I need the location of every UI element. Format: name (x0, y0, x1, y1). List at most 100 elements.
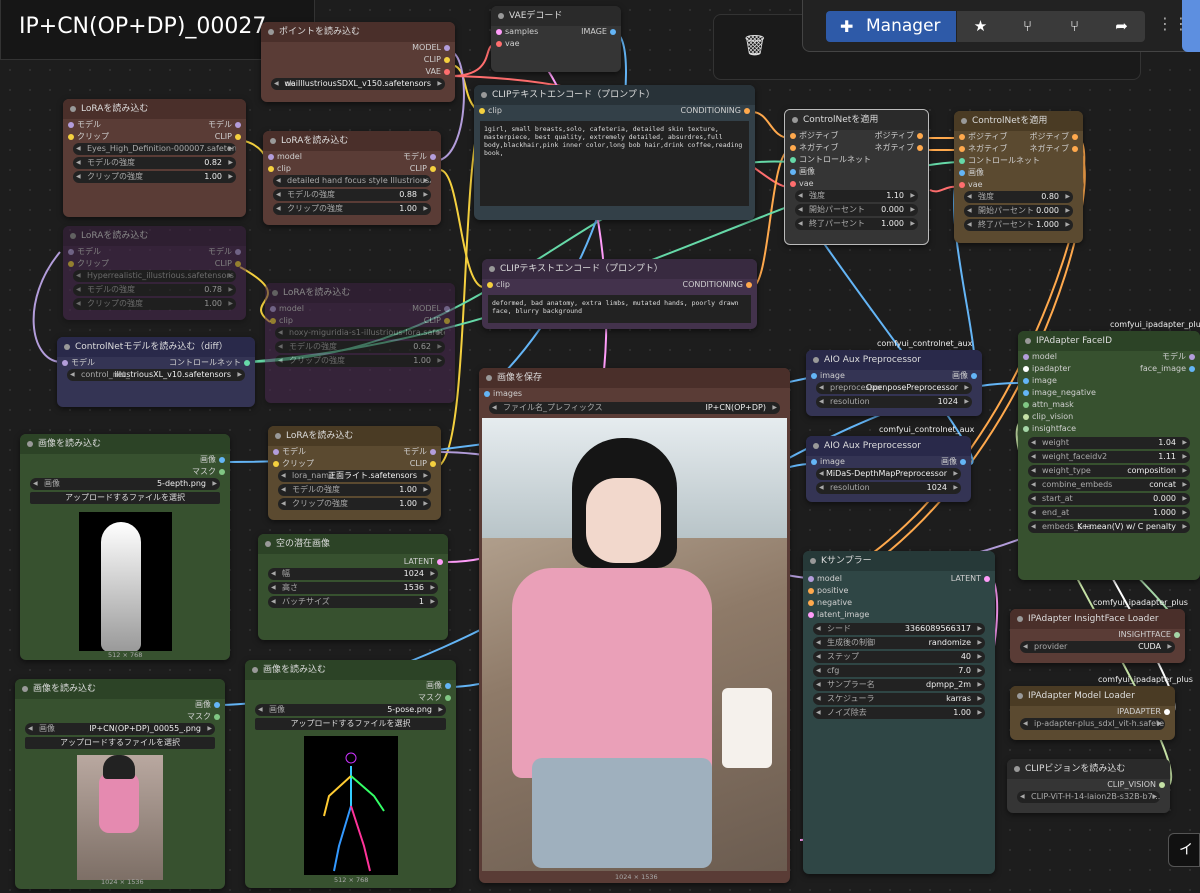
output-socket[interactable] (971, 373, 977, 379)
node-widget[interactable]: start_at 0.000 (1028, 493, 1190, 505)
node-widget[interactable]: resolution 1024 (816, 396, 972, 408)
node-lora-1[interactable]: LoRAを読み込む モデル モデル クリップ CLIP Eyes_High_Defi… (63, 99, 246, 217)
output-socket[interactable] (445, 683, 451, 689)
output-socket[interactable] (444, 318, 450, 324)
input-socket[interactable] (808, 576, 814, 582)
output-socket[interactable] (214, 702, 220, 708)
input-socket[interactable] (808, 588, 814, 594)
node-vae-decode[interactable]: VAEデコード samples IMAGE vae (491, 6, 621, 72)
node-widget[interactable]: 強度 1.10 (795, 190, 918, 202)
node-aio-depth[interactable]: AIO Aux Preprocessor image 画像 ...MiDaS-De… (806, 436, 971, 502)
node-load-image-pose[interactable]: 画像を読み込む 画像 マスク 画像 5-pose.png アップロードするファイル… (245, 660, 456, 888)
star-icon[interactable]: ★ (957, 11, 1004, 42)
filename-prefix-widget[interactable]: ファイル名_プレフィックス IP+CN(OP+DP) (489, 402, 780, 414)
node-widget[interactable]: lora_name正面ライト.safetensors (278, 470, 431, 482)
node-widget[interactable]: 生成後の制御 randomize (813, 637, 985, 649)
input-socket[interactable] (268, 154, 274, 160)
input-socket[interactable] (959, 182, 965, 188)
node-widget[interactable]: スケジューラ karras (813, 693, 985, 705)
output-socket[interactable] (235, 249, 241, 255)
input-socket[interactable] (1023, 366, 1029, 372)
input-socket[interactable] (1023, 390, 1029, 396)
node-widget[interactable]: control_net_illustriousXL_v10.safetensor… (67, 369, 245, 381)
node-controlnet-apply-2[interactable]: ControlNetを適用 ポジティブ ポジティブ ネガティブ ネガティブ コントロ… (954, 111, 1083, 243)
node-widget[interactable]: クリップの強度 1.00 (73, 171, 236, 183)
output-socket[interactable] (430, 449, 436, 455)
node-widget[interactable]: クリップの強度 1.00 (73, 298, 236, 310)
input-socket[interactable] (268, 166, 274, 172)
node-widget[interactable]: モデルの強度 0.62 (275, 341, 445, 353)
input-socket[interactable] (959, 134, 965, 140)
input-socket[interactable] (790, 157, 796, 163)
node-ipadapter-model-loader[interactable]: IPAdapter Model Loader IPADAPTER ip-adap… (1010, 686, 1175, 740)
node-widget[interactable]: シード 336608956631​7 (813, 623, 985, 635)
input-socket[interactable] (1023, 378, 1029, 384)
node-widget[interactable]: end_at 1.000 (1028, 507, 1190, 519)
share-icon[interactable]: ➦ (1098, 11, 1145, 42)
node-widget[interactable]: detailed hand focus style IllustriousXL … (273, 175, 431, 187)
node-widget[interactable]: 画像 5-pose.png (255, 704, 446, 716)
input-socket[interactable] (959, 170, 965, 176)
node-widget[interactable]: embeds_sca...K+mean(V) w/ C penalty (1028, 521, 1190, 533)
node-widget[interactable]: モデルの強度 1.00 (278, 484, 431, 496)
node-widget[interactable]: クリップの強度 1.00 (278, 498, 431, 510)
input-socket[interactable] (270, 318, 276, 324)
output-socket[interactable] (746, 282, 752, 288)
input-socket[interactable] (273, 449, 279, 455)
node-load-image-reference[interactable]: 画像を読み込む 画像 マスク 画像 IP+CN(OP+DP)_00055_.png… (15, 679, 225, 889)
input-socket[interactable] (62, 360, 68, 366)
node-lora-4-bypassed[interactable]: LoRAを読み込む model MODEL clip CLIP noxy-migur… (265, 283, 455, 403)
output-socket[interactable] (1072, 146, 1078, 152)
run-button[interactable] (1182, 0, 1200, 52)
output-socket[interactable] (1159, 782, 1165, 788)
node-widget[interactable]: Hyperrealistic_illustrious.safetensors (73, 270, 236, 282)
input-socket[interactable] (1023, 354, 1029, 360)
input-socket[interactable] (808, 600, 814, 606)
node-widget[interactable]: ノイズ除去 1.00 (813, 707, 985, 719)
node-widget[interactable]: バッチサイズ 1 (268, 596, 438, 608)
node-checkpoint-loader[interactable]: ポイントを読み込む MODEL CLIP VAE ckwaiIllustriou… (261, 22, 455, 102)
fork-alt-icon[interactable]: ⑂ (1051, 11, 1098, 42)
input-socket[interactable] (68, 134, 74, 140)
node-load-image-depth[interactable]: 画像を読み込む 画像 マスク 画像 5-depth.png アップロードするファイ… (20, 434, 230, 660)
node-widget[interactable]: cfg 7.0 (813, 665, 985, 677)
upload-button[interactable]: アップロードするファイルを選択 (255, 718, 446, 730)
node-widget[interactable]: 高さ 1536 (268, 582, 438, 594)
node-widget[interactable]: 幅 1024 (268, 568, 438, 580)
output-socket[interactable] (244, 360, 250, 366)
input-socket[interactable] (790, 169, 796, 175)
input-socket[interactable] (959, 158, 965, 164)
node-widget[interactable]: resolution 1024 (816, 482, 961, 494)
node-clip-text-positive[interactable]: CLIPテキストエンコード（プロンプト） clip CONDITIONING 1g… (474, 85, 755, 220)
output-socket[interactable] (219, 457, 225, 463)
output-socket[interactable] (430, 461, 436, 467)
output-socket[interactable] (214, 714, 220, 720)
node-widget[interactable]: サンプラー名 dpmpp_2m (813, 679, 985, 691)
node-controlnet-apply-1[interactable]: ControlNetを適用 ポジティブ ポジティブ ネガティブ ネガティブ コントロ… (784, 109, 929, 245)
output-socket[interactable] (917, 133, 923, 139)
trash-icon[interactable]: 🗑 (742, 33, 767, 57)
node-widget[interactable]: 開始パーセント0.000 (964, 205, 1073, 217)
node-lora-3-bypassed[interactable]: LoRAを読み込む モデル モデル クリップ CLIP Hyperrealistic… (63, 226, 246, 320)
node-clip-vision-loader[interactable]: CLIPビジョンを読み込む CLIP_VISION CLIP-ViT-H-14-… (1007, 759, 1170, 813)
input-socket[interactable] (487, 282, 493, 288)
output-socket[interactable] (960, 459, 966, 465)
output-socket[interactable] (444, 57, 450, 63)
node-ksampler[interactable]: Kサンプラー model LATENT positive negative lat… (803, 551, 995, 874)
output-socket[interactable] (219, 469, 225, 475)
node-widget[interactable]: モデルの強度 0.88 (273, 189, 431, 201)
node-widget[interactable]: 強度 0.80 (964, 191, 1073, 203)
input-socket[interactable] (811, 373, 817, 379)
side-toggle-button[interactable]: イ (1168, 833, 1200, 867)
node-widget[interactable]: noxy-miguridia-s1-illustrious-lora.safet… (275, 327, 445, 339)
node-widget[interactable]: combine_embeds concat (1028, 479, 1190, 491)
manager-button[interactable]: ✚ Manager (826, 11, 956, 42)
output-socket[interactable] (1164, 709, 1170, 715)
upload-button[interactable]: アップロードするファイルを選択 (30, 492, 220, 504)
node-widget[interactable]: 画像 5-depth.png (30, 478, 220, 490)
node-widget[interactable]: ...MiDaS-DepthMapPreprocessor (816, 468, 961, 480)
input-socket[interactable] (1023, 426, 1029, 432)
output-socket[interactable] (444, 306, 450, 312)
node-widget[interactable]: preprocessorOpenposePreprocessor (816, 382, 972, 394)
output-socket[interactable] (437, 559, 443, 565)
